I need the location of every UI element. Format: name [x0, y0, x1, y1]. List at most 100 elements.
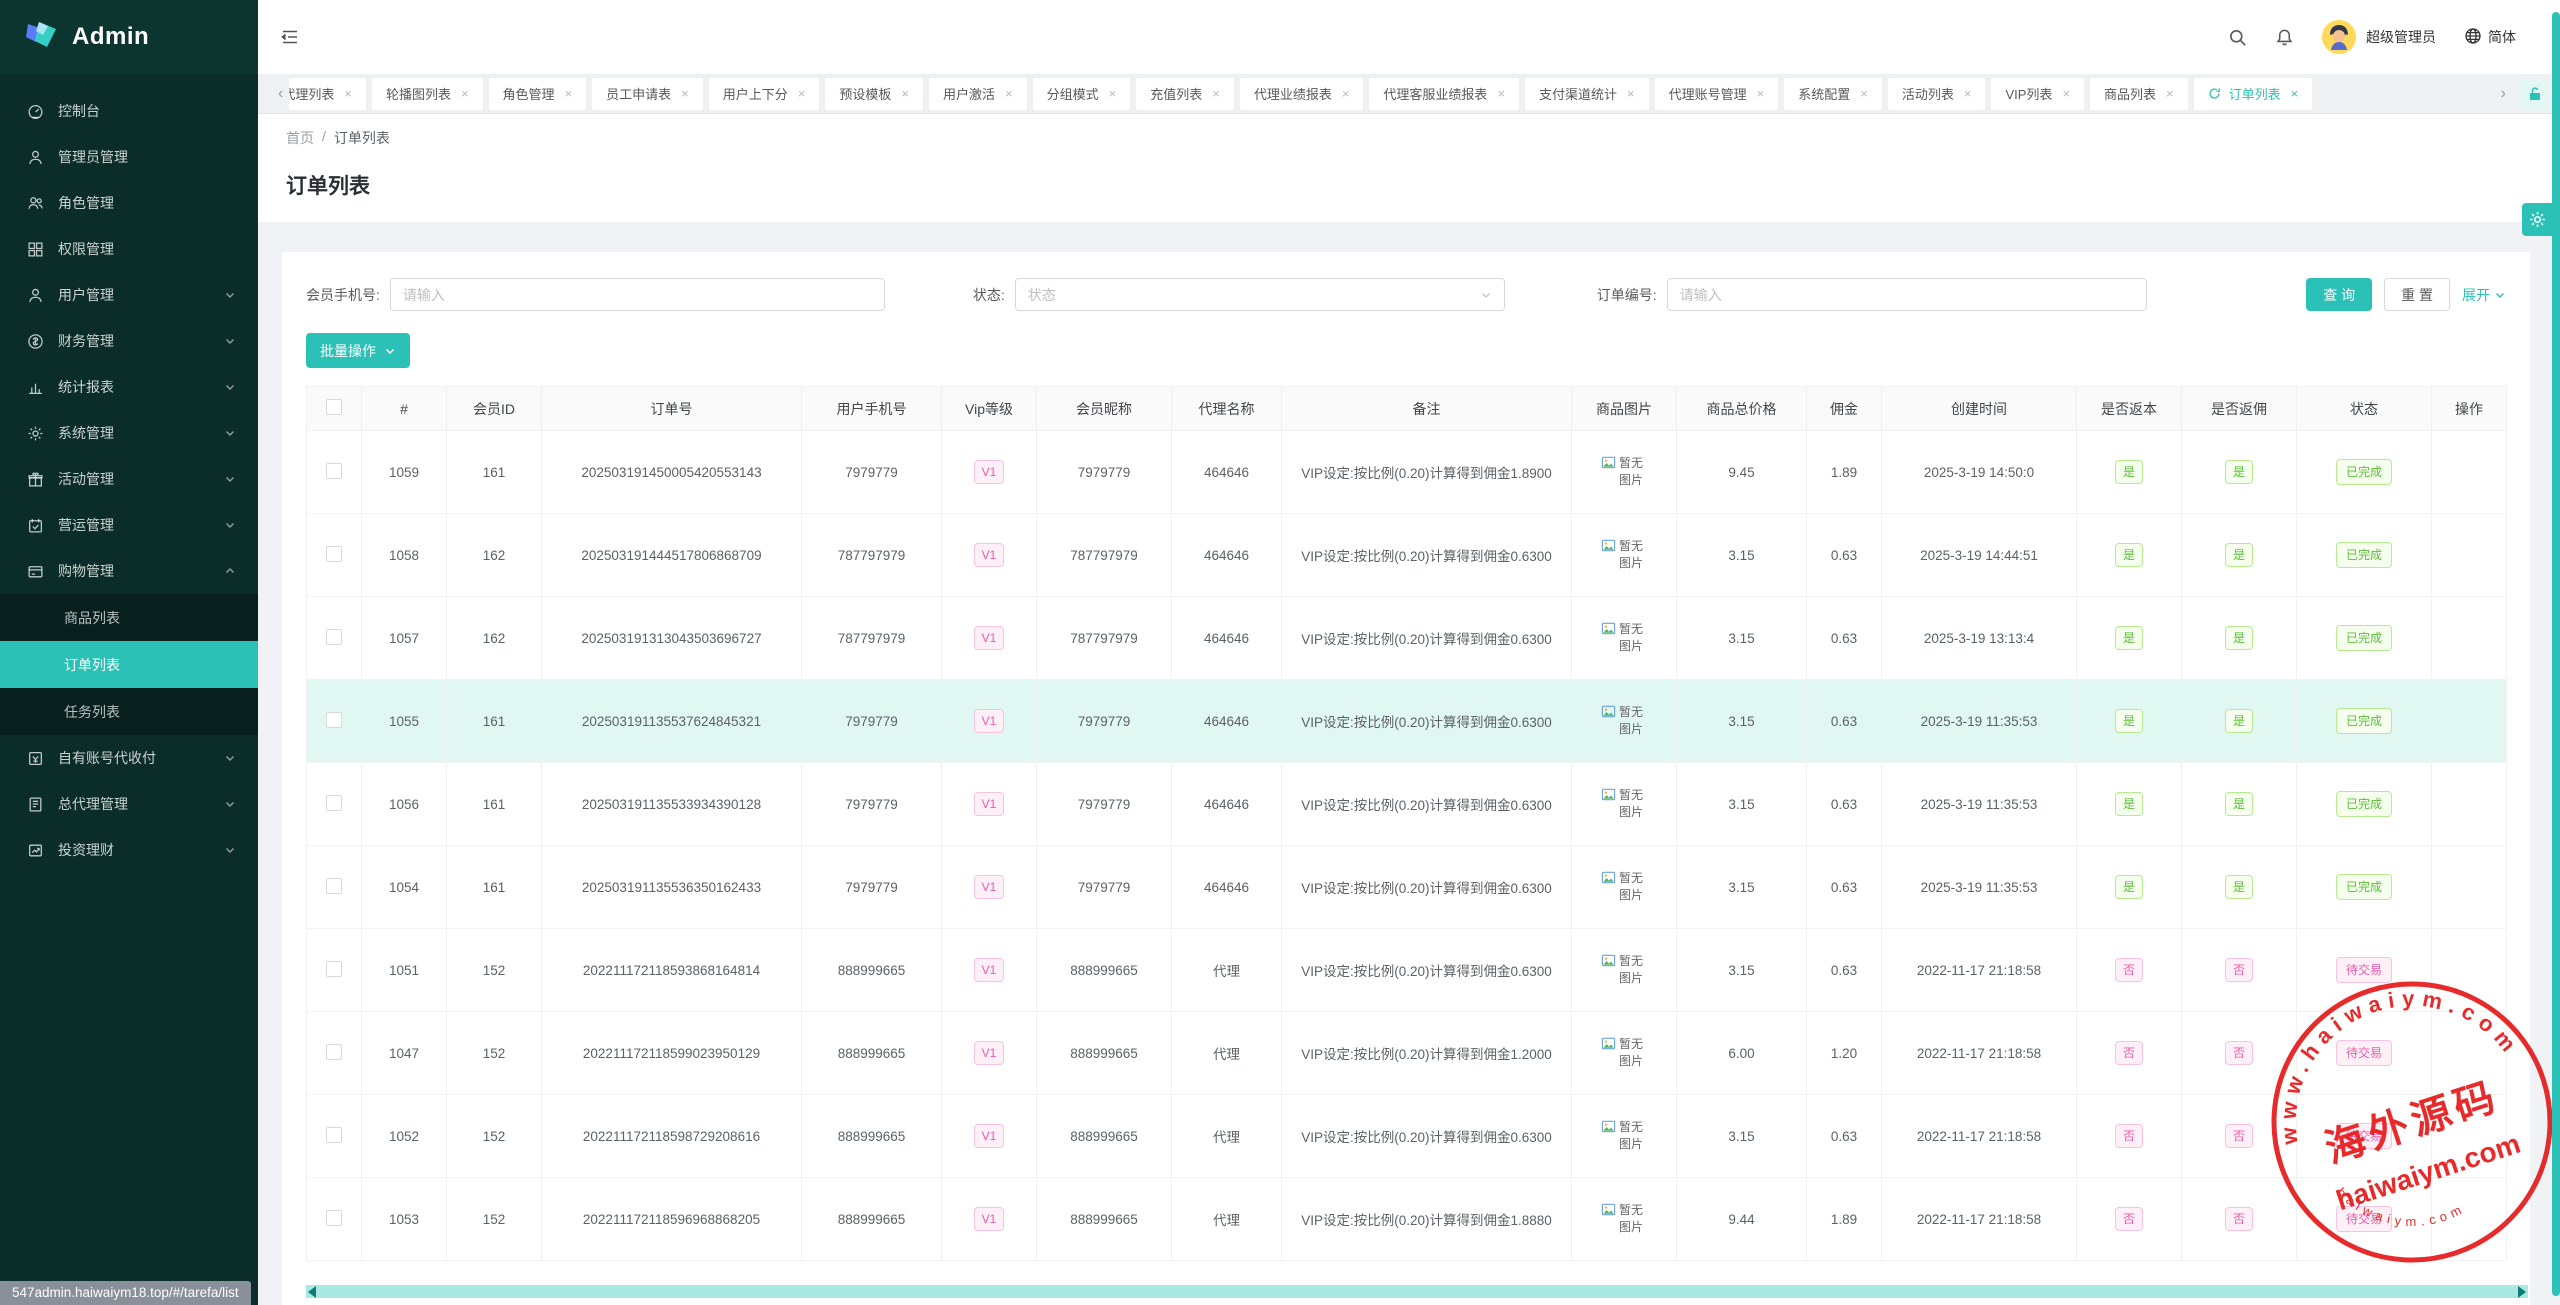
cell-checkbox — [307, 1095, 362, 1178]
badge-是: 是 — [2225, 792, 2253, 816]
tab-VIP列表[interactable]: VIP列表× — [1991, 78, 2084, 110]
lock-icon[interactable] — [2520, 79, 2550, 109]
sidebar-collapse-icon[interactable] — [274, 21, 306, 53]
sidebar-item-统计报表[interactable]: 统计报表 — [0, 364, 258, 410]
tab-商品列表[interactable]: 商品列表× — [2090, 78, 2188, 110]
sidebar-item-营运管理[interactable]: 营运管理 — [0, 502, 258, 548]
tab-预设模板[interactable]: 预设模板× — [825, 78, 923, 110]
row-checkbox[interactable] — [326, 878, 342, 894]
tab-close-icon[interactable]: × — [1005, 86, 1013, 101]
tab-close-icon[interactable]: × — [1627, 86, 1635, 101]
tab-活动列表[interactable]: 活动列表× — [1888, 78, 1986, 110]
tab-close-icon[interactable]: × — [1964, 86, 1972, 101]
tab-代理业绩报表[interactable]: 代理业绩报表× — [1240, 78, 1364, 110]
sidebar-item-投资理财[interactable]: 投资理财 — [0, 827, 258, 873]
tab-close-icon[interactable]: × — [1212, 86, 1220, 101]
tab-close-icon[interactable]: × — [565, 86, 573, 101]
tab-close-icon[interactable]: × — [1757, 86, 1765, 101]
order-no-input[interactable] — [1667, 278, 2147, 311]
cell-created: 2025-3-19 13:13:4 — [1882, 597, 2077, 680]
sidebar-item-财务管理[interactable]: 财务管理 — [0, 318, 258, 364]
tab-close-icon[interactable]: × — [1109, 86, 1117, 101]
tab-close-icon[interactable]: × — [2291, 86, 2299, 101]
scroll-left-arrow-icon[interactable] — [308, 1286, 316, 1298]
tab-订单列表[interactable]: 订单列表× — [2194, 78, 2313, 110]
refresh-icon[interactable] — [2208, 87, 2221, 100]
tab-代理客服业绩报表[interactable]: 代理客服业绩报表× — [1369, 78, 1519, 110]
breadcrumb-home[interactable]: 首页 — [286, 128, 314, 148]
no-image-text: 暂无图片 — [1619, 704, 1647, 738]
row-checkbox[interactable] — [326, 795, 342, 811]
tab-close-icon[interactable]: × — [461, 86, 469, 101]
sidebar-item-系统管理[interactable]: 系统管理 — [0, 410, 258, 456]
settings-gear-icon[interactable] — [2522, 203, 2552, 236]
row-checkbox[interactable] — [326, 629, 342, 645]
tab-close-icon[interactable]: × — [901, 86, 909, 101]
sidebar-item-购物管理[interactable]: 购物管理 — [0, 548, 258, 594]
chevron-down-icon — [224, 519, 236, 531]
tab-close-icon[interactable]: × — [1860, 86, 1868, 101]
row-checkbox[interactable] — [326, 961, 342, 977]
tabs-scroll-right-icon[interactable]: › — [2495, 85, 2512, 103]
sidebar-item-管理员管理[interactable]: 管理员管理 — [0, 134, 258, 180]
tab-轮播图列表[interactable]: 轮播图列表× — [372, 78, 483, 110]
cell-created: 2025-3-19 11:35:53 — [1882, 846, 2077, 929]
search-button[interactable]: 查 询 — [2306, 278, 2372, 311]
sidebar-item-权限管理[interactable]: 权限管理 — [0, 226, 258, 272]
tab-角色管理[interactable]: 角色管理× — [489, 78, 587, 110]
no-image-text: 暂无图片 — [1619, 1036, 1647, 1070]
tab-支付渠道统计[interactable]: 支付渠道统计× — [1525, 78, 1649, 110]
row-checkbox[interactable] — [326, 712, 342, 728]
tab-close-icon[interactable]: × — [1497, 86, 1505, 101]
tab-系统配置[interactable]: 系统配置× — [1784, 78, 1882, 110]
sidebar-item-自有账号代收付[interactable]: 自有账号代收付 — [0, 735, 258, 781]
cell-price: 3.15 — [1677, 597, 1807, 680]
tab-close-icon[interactable]: × — [344, 86, 352, 101]
row-checkbox[interactable] — [326, 463, 342, 479]
row-checkbox[interactable] — [326, 1127, 342, 1143]
cell-phone: 787797979 — [802, 597, 942, 680]
column-header: 状态 — [2297, 387, 2432, 431]
tabs-scroll-left-icon[interactable]: ‹ — [272, 85, 289, 103]
search-icon[interactable] — [2228, 28, 2247, 47]
row-checkbox[interactable] — [326, 546, 342, 562]
tab-close-icon[interactable]: × — [1342, 86, 1350, 101]
scroll-right-arrow-icon[interactable] — [2518, 1286, 2526, 1298]
language-switch[interactable]: 简体 — [2464, 27, 2516, 48]
tab-用户上下分[interactable]: 用户上下分× — [709, 78, 820, 110]
tab-用户激活[interactable]: 用户激活× — [929, 78, 1027, 110]
sidebar-item-角色管理[interactable]: 角色管理 — [0, 180, 258, 226]
row-checkbox[interactable] — [326, 1210, 342, 1226]
tab-员工申请表[interactable]: 员工申请表× — [592, 78, 703, 110]
cell-created: 2022-11-17 21:18:58 — [1882, 1095, 2077, 1178]
tab-分组模式[interactable]: 分组模式× — [1033, 78, 1131, 110]
tab-close-icon[interactable]: × — [798, 86, 806, 101]
horizontal-scrollbar[interactable] — [306, 1285, 2528, 1298]
status-select[interactable]: 状态 — [1015, 278, 1505, 311]
sidebar-item-活动管理[interactable]: 活动管理 — [0, 456, 258, 502]
sidebar-subitem-订单列表[interactable]: 订单列表 — [0, 641, 258, 688]
sidebar-subitem-任务列表[interactable]: 任务列表 — [0, 688, 258, 735]
vertical-scrollbar[interactable] — [2552, 12, 2560, 1296]
notification-bell-icon[interactable] — [2275, 28, 2294, 47]
no-image-text: 暂无图片 — [1619, 455, 1647, 489]
tab-充值列表[interactable]: 充值列表× — [1136, 78, 1234, 110]
bulk-actions-button[interactable]: 批量操作 — [306, 333, 410, 368]
tab-close-icon[interactable]: × — [2166, 86, 2174, 101]
tab-close-icon[interactable]: × — [2062, 86, 2070, 101]
sidebar-subitem-商品列表[interactable]: 商品列表 — [0, 594, 258, 641]
sidebar-item-用户管理[interactable]: 用户管理 — [0, 272, 258, 318]
row-checkbox[interactable] — [326, 1044, 342, 1060]
tab-close-icon[interactable]: × — [681, 86, 689, 101]
expand-link[interactable]: 展开 — [2462, 285, 2506, 305]
reset-button[interactable]: 重 置 — [2384, 278, 2450, 311]
member-phone-input[interactable] — [390, 278, 885, 311]
chevron-down-icon — [2494, 289, 2506, 301]
tab-总代理列表[interactable]: 总代理列表× — [289, 78, 366, 110]
select-all-checkbox[interactable] — [326, 399, 342, 415]
sidebar-item-控制台[interactable]: 控制台 — [0, 88, 258, 134]
sidebar-item-总代理管理[interactable]: 总代理管理 — [0, 781, 258, 827]
tab-代理账号管理[interactable]: 代理账号管理× — [1655, 78, 1779, 110]
user-menu[interactable]: 超级管理员 — [2322, 20, 2436, 54]
cell-created: 2022-11-17 21:18:58 — [1882, 1012, 2077, 1095]
